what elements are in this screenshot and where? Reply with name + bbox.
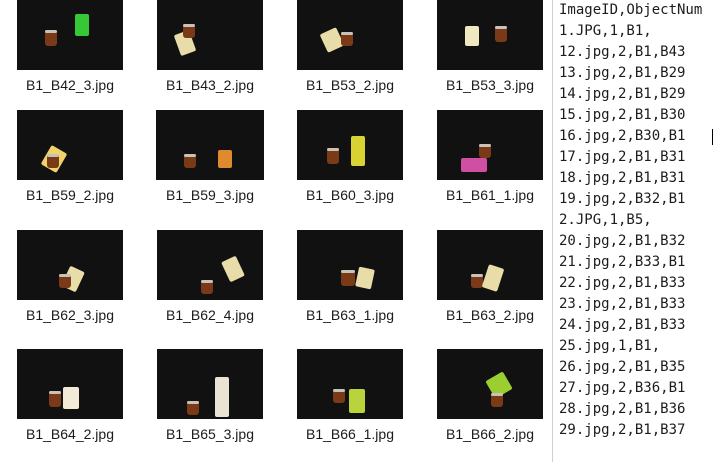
image-tile[interactable]: B1_B64_2.jpg — [0, 349, 140, 468]
thumbnail[interactable] — [420, 349, 560, 419]
file-name: B1_B42_3.jpg — [26, 77, 114, 93]
image-tile[interactable]: B1_B62_4.jpg — [140, 230, 280, 349]
file-name: B1_B66_1.jpg — [306, 426, 394, 442]
editor-line[interactable]: 27.jpg,2,B36,B1 — [559, 378, 685, 399]
editor-line[interactable]: 28.jpg,2,B1,B36 — [559, 399, 685, 420]
file-name: B1_B62_3.jpg — [26, 307, 114, 323]
thumbnail[interactable] — [280, 349, 420, 419]
editor-line[interactable]: 12.jpg,2,B1,B43 — [559, 42, 685, 63]
image-tile[interactable]: B1_B65_3.jpg — [140, 349, 280, 468]
editor-line[interactable]: 13.jpg,2,B1,B29 — [559, 63, 685, 84]
thumbnail[interactable] — [0, 349, 140, 419]
file-name: B1_B63_1.jpg — [306, 307, 394, 323]
thumbnail[interactable] — [280, 230, 420, 300]
thumbnail[interactable] — [280, 0, 420, 70]
text-editor[interactable]: ImageID,ObjectNum 1.JPG,1,B1, 12.jpg,2,B… — [552, 0, 720, 462]
file-name: B1_B59_2.jpg — [26, 187, 114, 203]
editor-line[interactable]: 16.jpg,2,B30,B1 — [559, 126, 685, 147]
thumbnail[interactable] — [140, 0, 280, 70]
thumbnail[interactable] — [280, 110, 420, 180]
thumbnail-image — [17, 0, 123, 70]
editor-line[interactable]: 22.jpg,2,B1,B33 — [559, 273, 685, 294]
editor-line[interactable]: 1.JPG,1,B1, — [559, 21, 652, 42]
editor-line[interactable]: ImageID,ObjectNum — [559, 0, 702, 21]
thumbnail-image — [157, 230, 263, 300]
thumbnail-image — [157, 0, 263, 70]
thumbnail-image — [297, 0, 403, 70]
thumbnail-image — [297, 349, 403, 419]
thumbnail-image — [17, 230, 123, 300]
editor-line[interactable]: 18.jpg,2,B1,B31 — [559, 168, 685, 189]
image-tile[interactable]: B1_B53_2.jpg — [280, 0, 420, 119]
file-name: B1_B62_4.jpg — [166, 307, 254, 323]
image-tile[interactable]: B1_B66_2.jpg — [420, 349, 560, 468]
image-tile[interactable]: B1_B42_3.jpg — [0, 0, 140, 119]
editor-line[interactable]: 15.jpg,2,B1,B30 — [559, 105, 685, 126]
thumbnail-image — [157, 349, 263, 419]
thumbnail-image — [17, 110, 123, 180]
thumbnail[interactable] — [140, 230, 280, 300]
thumbnail-image — [297, 230, 403, 300]
image-tile[interactable]: B1_B60_3.jpg — [280, 110, 420, 229]
editor-line[interactable]: 26.jpg,2,B1,B35 — [559, 357, 685, 378]
thumbnail-image — [437, 349, 543, 419]
thumbnail-image — [156, 110, 264, 180]
image-tile[interactable]: B1_B53_3.jpg — [420, 0, 560, 119]
editor-line[interactable]: 23.jpg,2,B1,B33 — [559, 294, 685, 315]
thumbnail[interactable] — [420, 230, 560, 300]
file-name: B1_B63_2.jpg — [446, 307, 534, 323]
image-tile[interactable]: B1_B63_1.jpg — [280, 230, 420, 349]
file-name: B1_B61_1.jpg — [446, 187, 534, 203]
file-name: B1_B64_2.jpg — [26, 426, 114, 442]
file-name: B1_B43_2.jpg — [166, 77, 254, 93]
file-name: B1_B53_3.jpg — [446, 77, 534, 93]
thumbnail[interactable] — [0, 0, 140, 70]
image-tile[interactable]: B1_B61_1.jpg — [420, 110, 560, 229]
file-name: B1_B65_3.jpg — [166, 426, 254, 442]
thumbnail-image — [297, 110, 403, 180]
thumbnail[interactable] — [0, 110, 140, 180]
text-caret — [712, 129, 713, 145]
thumbnail[interactable] — [420, 0, 560, 70]
image-tile[interactable]: B1_B43_2.jpg — [140, 0, 280, 119]
image-tile[interactable]: B1_B59_3.jpg — [140, 110, 280, 229]
editor-line[interactable]: 14.jpg,2,B1,B29 — [559, 84, 685, 105]
thumbnail-image — [437, 0, 543, 70]
thumbnail[interactable] — [420, 110, 560, 180]
image-tile[interactable]: B1_B66_1.jpg — [280, 349, 420, 468]
image-gallery: B1_B42_3.jpg B1_B43_2.jpg B1_B53_2.jpg B… — [0, 0, 552, 462]
thumbnail[interactable] — [140, 110, 280, 180]
file-name: B1_B60_3.jpg — [306, 187, 394, 203]
thumbnail-image — [437, 230, 543, 300]
editor-line[interactable]: 24.jpg,2,B1,B33 — [559, 315, 685, 336]
editor-line[interactable]: 25.jpg,1,B1, — [559, 336, 660, 357]
editor-line[interactable]: 17.jpg,2,B1,B31 — [559, 147, 685, 168]
file-name: B1_B53_2.jpg — [306, 77, 394, 93]
thumbnail[interactable] — [0, 230, 140, 300]
thumbnail[interactable] — [140, 349, 280, 419]
thumbnail-image — [437, 110, 543, 180]
file-name: B1_B59_3.jpg — [166, 187, 254, 203]
editor-line[interactable]: 21.jpg,2,B33,B1 — [559, 252, 685, 273]
thumbnail-image — [17, 349, 123, 419]
editor-line[interactable]: 2.JPG,1,B5, — [559, 210, 652, 231]
image-tile[interactable]: B1_B63_2.jpg — [420, 230, 560, 349]
file-name: B1_B66_2.jpg — [446, 426, 534, 442]
editor-line[interactable]: 20.jpg,2,B1,B32 — [559, 231, 685, 252]
editor-line[interactable]: 29.jpg,2,B1,B37 — [559, 420, 685, 441]
editor-line[interactable]: 19.jpg,2,B32,B1 — [559, 189, 685, 210]
image-tile[interactable]: B1_B59_2.jpg — [0, 110, 140, 229]
image-tile[interactable]: B1_B62_3.jpg — [0, 230, 140, 349]
